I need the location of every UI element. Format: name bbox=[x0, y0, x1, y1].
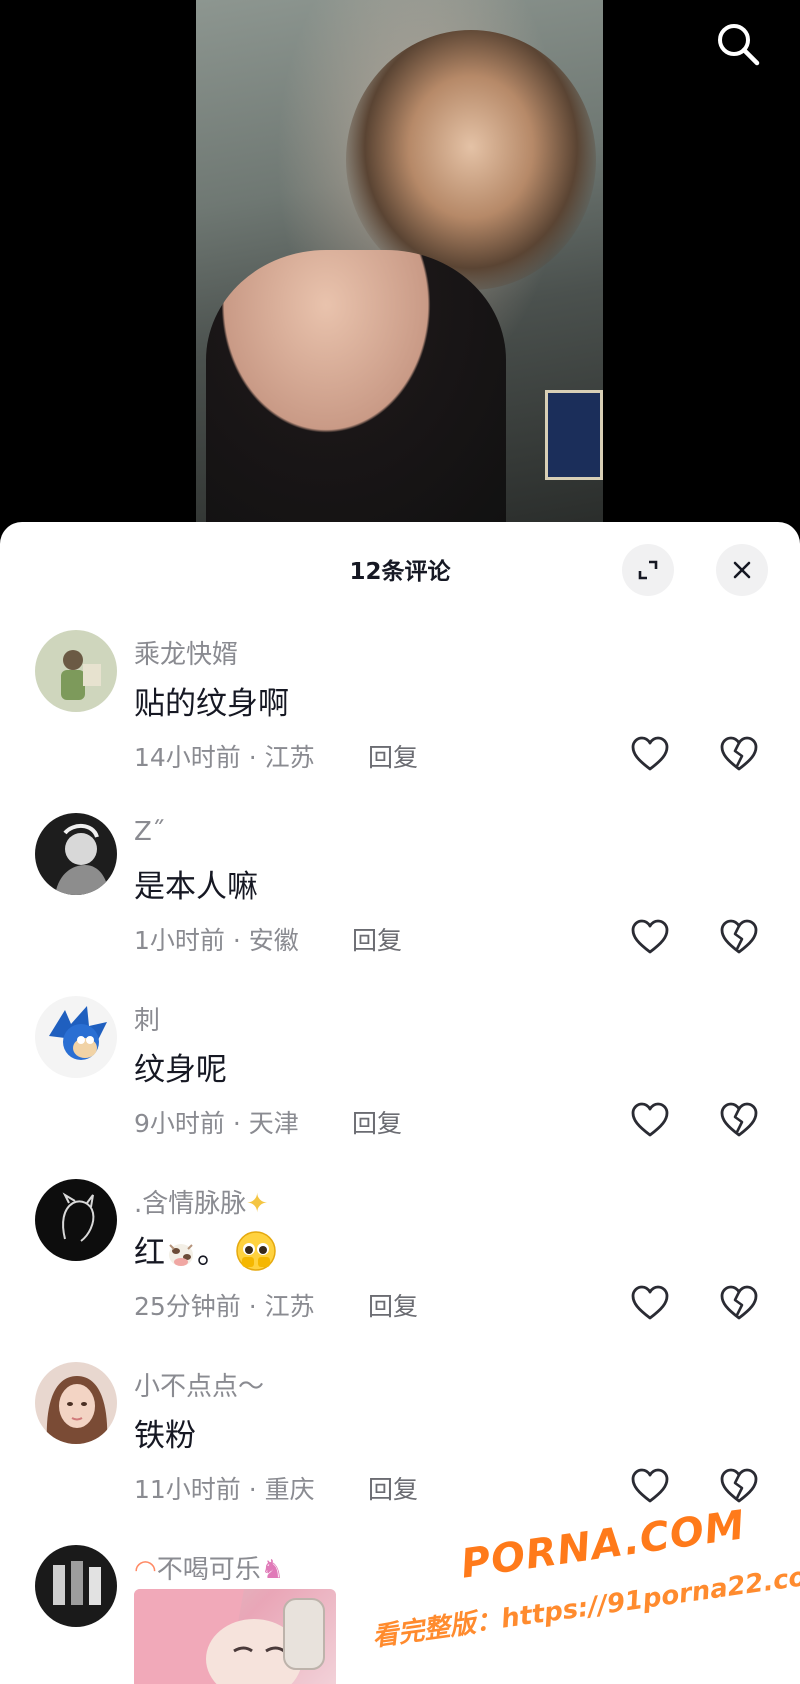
broken-heart-icon bbox=[720, 919, 758, 954]
broken-heart-icon bbox=[720, 1285, 758, 1320]
dislike-button[interactable] bbox=[717, 1098, 761, 1142]
comment-text: 贴的纹身啊 bbox=[134, 686, 289, 722]
meta-separator: · bbox=[224, 1109, 249, 1138]
dislike-button[interactable] bbox=[717, 732, 761, 776]
comment-text: 纹身呢 bbox=[134, 1052, 227, 1088]
rainbow-icon: ◠ bbox=[134, 1555, 157, 1585]
comment-item: .含情脉脉✦ 红 。 25分钟前 · 江苏 回复 bbox=[0, 1163, 800, 1346]
comment-meta: 25分钟前 · 江苏 bbox=[134, 1287, 315, 1323]
comment-item: 小不点点～ 铁粉 11小时前 · 重庆 回复 bbox=[0, 1346, 800, 1529]
comment-username[interactable]: ◠不喝可乐♞ bbox=[134, 1549, 284, 1586]
expand-button[interactable] bbox=[622, 544, 674, 596]
pleading-face-emoji-icon bbox=[236, 1231, 276, 1271]
comment-text: 是本人嘛 bbox=[134, 869, 258, 905]
comment-location: 江苏 bbox=[264, 743, 315, 772]
comment-meta: 1小时前 · 安徽 bbox=[134, 921, 299, 957]
search-button[interactable] bbox=[708, 14, 768, 74]
comment-meta: 14小时前 · 江苏 bbox=[134, 738, 315, 774]
avatar[interactable] bbox=[35, 1362, 117, 1444]
comment-time: 25分钟前 bbox=[134, 1292, 241, 1321]
comment-sticker-image[interactable] bbox=[134, 1589, 336, 1684]
comment-location: 安徽 bbox=[248, 926, 299, 955]
meta-separator: · bbox=[240, 1475, 265, 1504]
comment-text-suffix: 。 bbox=[197, 1235, 228, 1271]
heart-icon bbox=[631, 736, 669, 771]
video-player[interactable] bbox=[0, 0, 800, 545]
meta-separator: · bbox=[240, 743, 265, 772]
like-button[interactable] bbox=[628, 915, 672, 959]
reply-button[interactable]: 回复 bbox=[352, 921, 402, 957]
comment-username[interactable]: 刺 bbox=[134, 1000, 160, 1037]
username-text: 不喝可乐 bbox=[156, 1555, 261, 1585]
avatar[interactable] bbox=[35, 813, 117, 895]
comment-sheet-header: 12条评论 bbox=[0, 522, 800, 614]
dislike-button[interactable] bbox=[717, 915, 761, 959]
like-button[interactable] bbox=[628, 732, 672, 776]
comment-item: Z˝ 是本人嘛 1小时前 · 安徽 回复 bbox=[0, 797, 800, 980]
video-frame[interactable] bbox=[196, 0, 603, 525]
username-text: .含情脉脉 bbox=[134, 1189, 247, 1219]
comment-location: 天津 bbox=[248, 1109, 299, 1138]
close-button[interactable] bbox=[716, 544, 768, 596]
like-button[interactable] bbox=[628, 1281, 672, 1325]
sparkles-icon: ✦ bbox=[246, 1189, 269, 1219]
heart-icon bbox=[631, 1102, 669, 1137]
reply-button[interactable]: 回复 bbox=[352, 1104, 402, 1140]
heart-icon bbox=[631, 1285, 669, 1320]
comment-text: 铁粉 bbox=[134, 1418, 196, 1454]
comment-location: 重庆 bbox=[264, 1475, 315, 1504]
comment-time: 14小时前 bbox=[134, 743, 241, 772]
broken-heart-icon bbox=[720, 1102, 758, 1137]
comment-time: 1小时前 bbox=[134, 926, 225, 955]
heart-icon bbox=[631, 1468, 669, 1503]
comment-meta: 11小时前 · 重庆 bbox=[134, 1470, 315, 1506]
like-button[interactable] bbox=[628, 1464, 672, 1508]
video-subject-body bbox=[206, 250, 506, 525]
comment-time: 9小时前 bbox=[134, 1109, 225, 1138]
avatar[interactable] bbox=[35, 996, 117, 1078]
comment-sheet: 12条评论 乘龙快婿 贴的纹身啊 14小时前 · 江苏 回复 Z˝ 是本人嘛 1… bbox=[0, 522, 800, 1684]
comment-username[interactable]: 小不点点～ bbox=[134, 1366, 264, 1403]
close-icon bbox=[733, 561, 751, 579]
reply-button[interactable]: 回复 bbox=[368, 1470, 418, 1506]
comment-meta: 9小时前 · 天津 bbox=[134, 1104, 299, 1140]
cow-emoji-icon bbox=[169, 1244, 193, 1266]
meta-separator: · bbox=[224, 926, 249, 955]
reply-button[interactable]: 回复 bbox=[368, 738, 418, 774]
comment-text-main: 红 bbox=[134, 1235, 165, 1271]
broken-heart-icon bbox=[720, 736, 758, 771]
avatar[interactable] bbox=[35, 1545, 117, 1627]
reply-button[interactable]: 回复 bbox=[368, 1287, 418, 1323]
wall-poster bbox=[545, 390, 603, 480]
comment-username[interactable]: 乘龙快婿 bbox=[134, 634, 238, 671]
comment-text: 红 。 bbox=[134, 1227, 278, 1273]
search-icon bbox=[718, 24, 760, 66]
comment-username[interactable]: .含情脉脉✦ bbox=[134, 1183, 268, 1220]
comment-item: 刺 纹身呢 9小时前 · 天津 回复 bbox=[0, 980, 800, 1163]
expand-icon bbox=[638, 560, 658, 580]
comment-time: 11小时前 bbox=[134, 1475, 241, 1504]
comment-location: 江苏 bbox=[264, 1292, 315, 1321]
avatar[interactable] bbox=[35, 630, 117, 712]
comment-item: 乘龙快婿 贴的纹身啊 14小时前 · 江苏 回复 bbox=[0, 614, 800, 797]
unicorn-icon: ♞ bbox=[260, 1555, 285, 1585]
comment-username[interactable]: Z˝ bbox=[134, 817, 165, 847]
avatar[interactable] bbox=[35, 1179, 117, 1261]
meta-separator: · bbox=[240, 1292, 265, 1321]
like-button[interactable] bbox=[628, 1098, 672, 1142]
comment-count-title: 12条评论 bbox=[349, 559, 451, 585]
dislike-button[interactable] bbox=[717, 1281, 761, 1325]
heart-icon bbox=[631, 919, 669, 954]
